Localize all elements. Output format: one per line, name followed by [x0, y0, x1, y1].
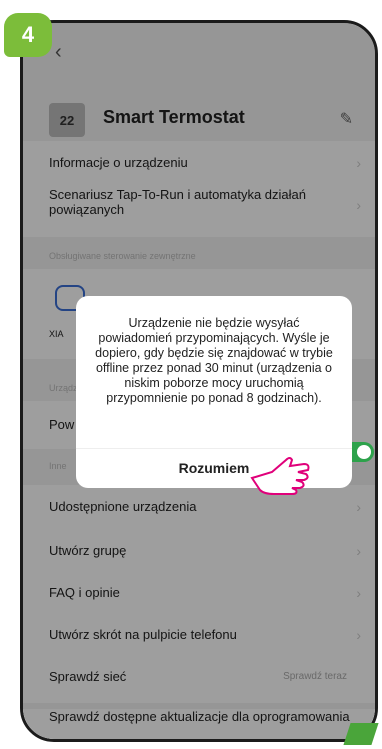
pointing-hand-icon — [250, 457, 310, 495]
dialog-message: Urządzenie nie będzie wysyłać powiadomie… — [95, 316, 333, 405]
check-icon — [343, 723, 379, 745]
step-badge: 4 — [4, 13, 52, 57]
